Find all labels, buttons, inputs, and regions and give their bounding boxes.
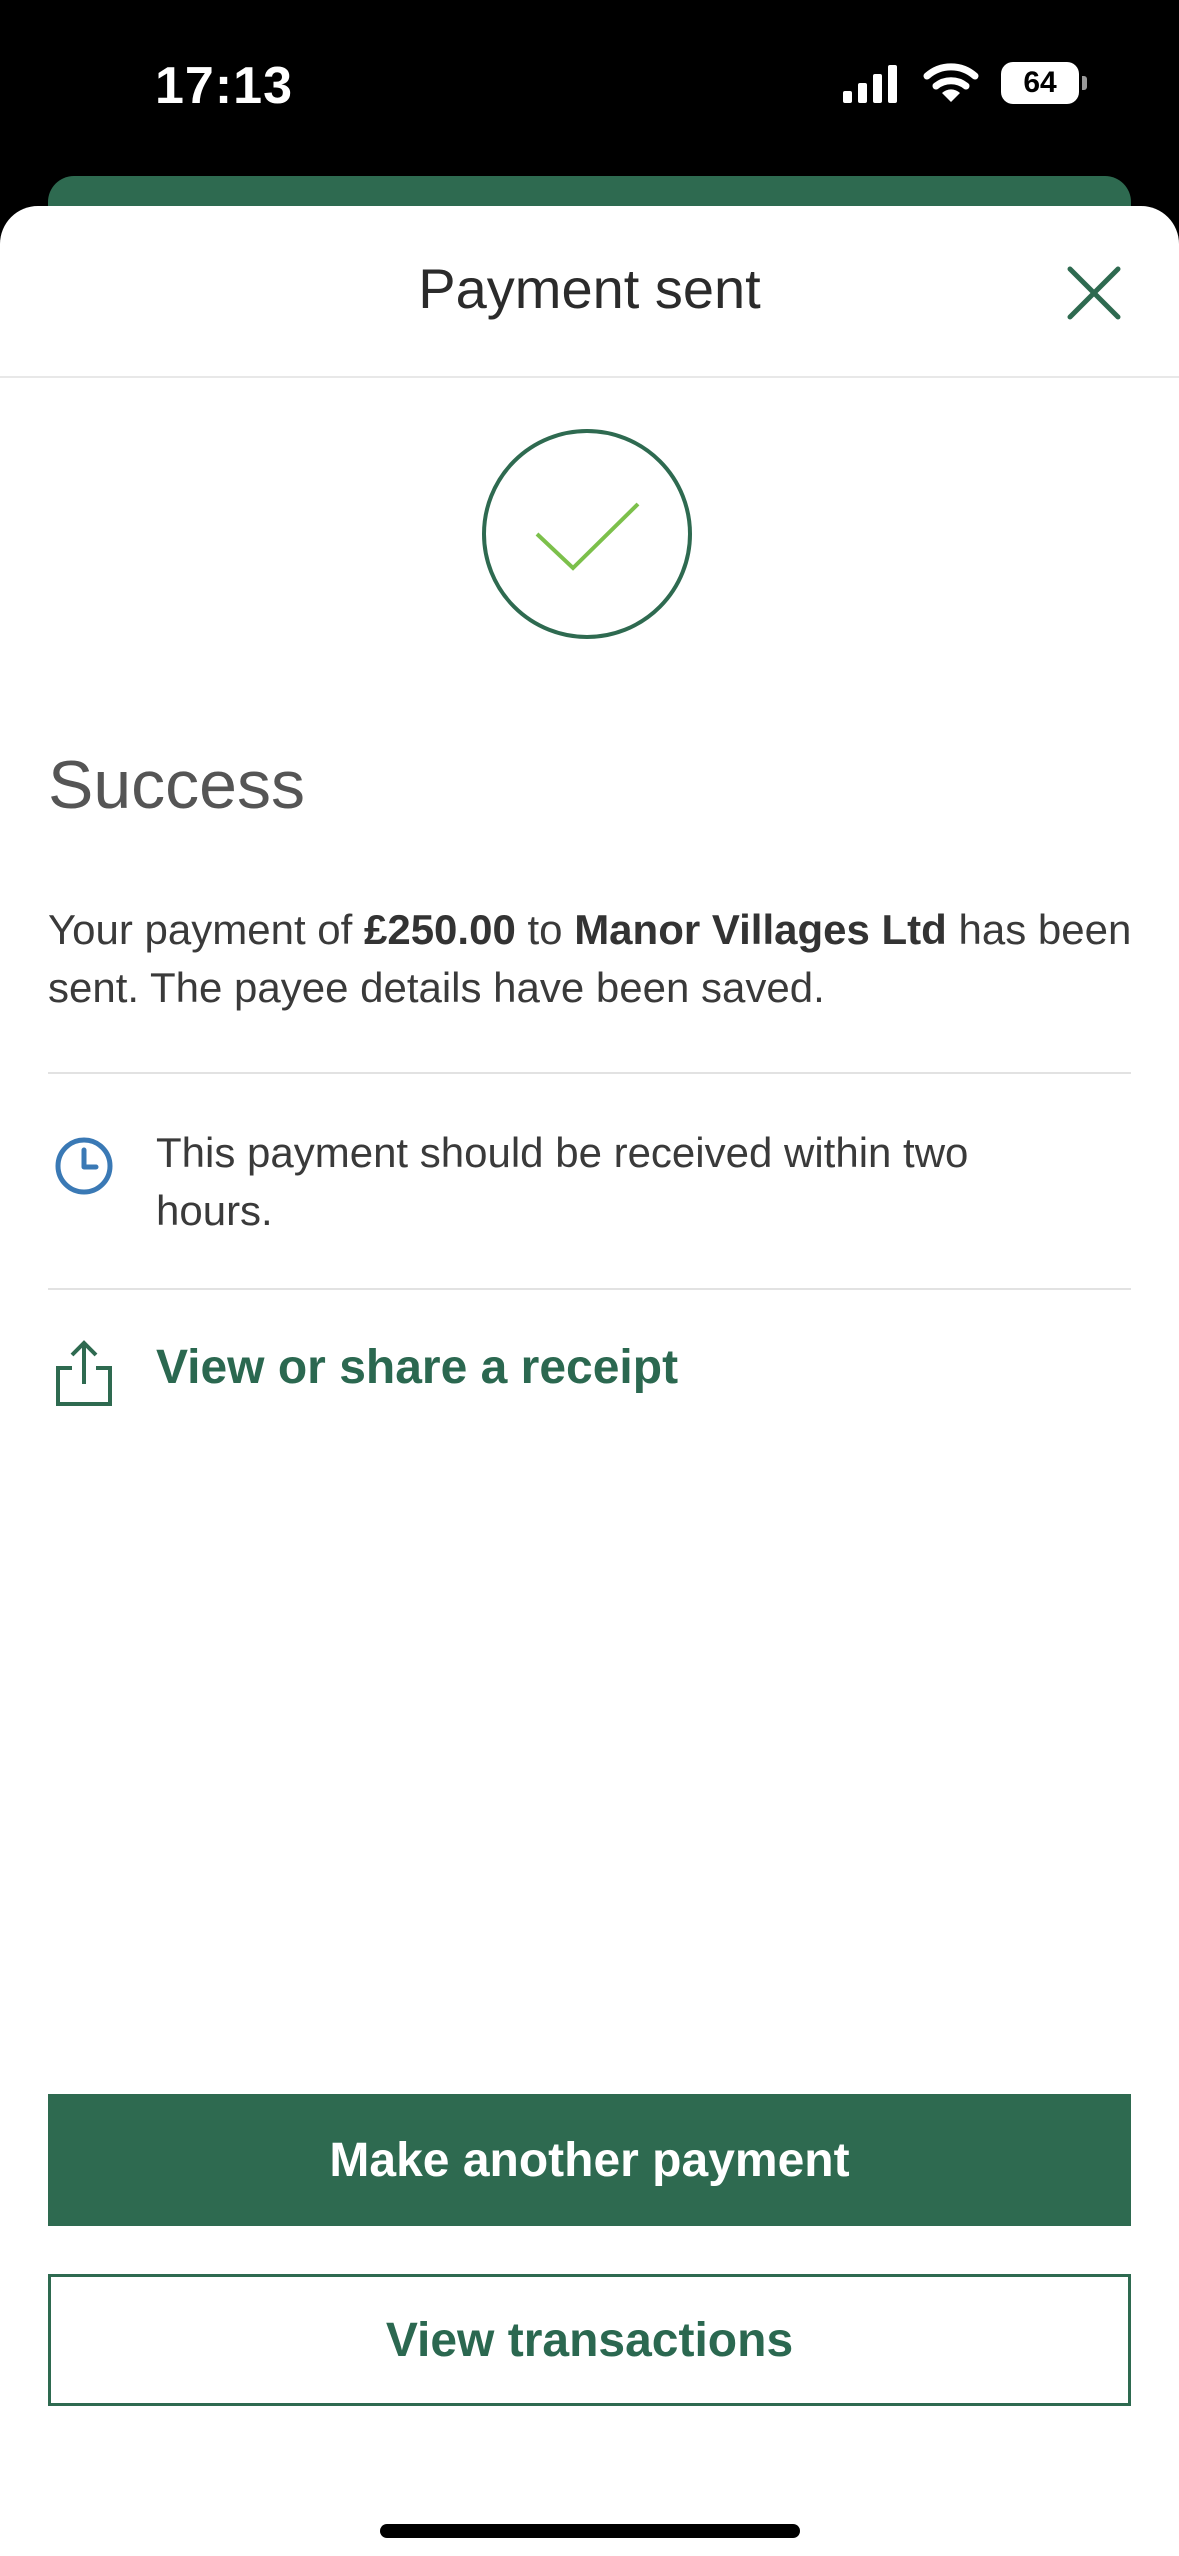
message-middle: to (515, 906, 575, 953)
close-button[interactable] (1059, 258, 1129, 328)
clock-icon (55, 1137, 113, 1195)
wifi-icon (923, 63, 979, 102)
status-icons: 64 (841, 62, 1087, 104)
signal-icon (843, 65, 897, 103)
view-transactions-button[interactable]: View transactions (48, 2274, 1131, 2406)
payment-amount: £250.00 (363, 906, 516, 953)
payment-sent-sheet: Payment sent Success Your payment of £25… (0, 206, 1179, 2556)
payment-message: Your payment of £250.00 to Manor Village… (48, 901, 1138, 1017)
checkmark-circle-icon (482, 429, 692, 639)
divider (48, 1072, 1131, 1074)
home-indicator[interactable] (380, 2524, 800, 2538)
delivery-info-text: This payment should be received within t… (156, 1129, 969, 1234)
message-prefix: Your payment of (48, 906, 364, 953)
view-receipt-label: View or share a receipt (156, 1341, 679, 1394)
status-bar: 17:13 64 (0, 0, 1179, 175)
battery-icon: 64 (1001, 62, 1087, 104)
close-icon (1067, 266, 1121, 320)
payee-name: Manor Villages Ltd (574, 906, 947, 953)
share-icon (56, 1340, 112, 1406)
sheet-title: Payment sent (418, 257, 761, 320)
view-receipt-link[interactable]: View or share a receipt (48, 1316, 1131, 1426)
sheet-header: Payment sent (0, 206, 1179, 378)
make-another-payment-button[interactable]: Make another payment (48, 2094, 1131, 2226)
delivery-info: This payment should be received within t… (48, 1124, 1131, 1234)
status-time: 17:13 (155, 57, 293, 115)
divider (48, 1288, 1131, 1290)
success-heading: Success (48, 747, 305, 823)
